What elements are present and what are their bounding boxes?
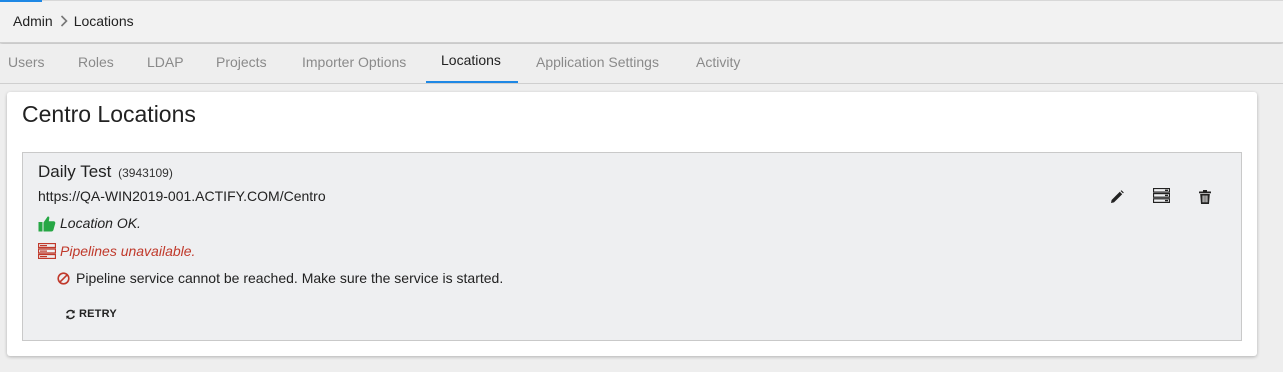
retry-label: RETRY (79, 308, 117, 320)
pipeline-error-message: Pipeline service cannot be reached. Make… (76, 270, 504, 286)
pipeline-error: Pipeline service cannot be reached. Make… (57, 270, 503, 286)
location-name-row: Daily Test (3943109) (38, 162, 173, 182)
top-bar: Admin Locations (0, 0, 1283, 43)
tab-users[interactable]: Users (8, 44, 45, 83)
location-status-ok-text: Location OK. (60, 215, 141, 231)
pencil-icon (1110, 189, 1124, 209)
chevron-right-icon (60, 15, 68, 27)
breadcrumb-admin-link[interactable]: Admin (13, 13, 53, 29)
location-id: (3943109) (118, 166, 173, 180)
refresh-icon (65, 309, 76, 320)
pipelines-button[interactable] (1149, 186, 1173, 210)
location-item: Daily Test (3943109) https://QA-WIN2019-… (22, 152, 1242, 341)
edit-location-button[interactable] (1105, 187, 1129, 211)
admin-tabs: Users Roles LDAP Projects Importer Optio… (0, 44, 1283, 84)
trash-icon (1199, 189, 1211, 209)
location-url: https://QA-WIN2019-001.ACTIFY.COM/Centro (38, 188, 326, 204)
pipelines-status-text: Pipelines unavailable. (60, 243, 196, 259)
retry-button[interactable]: RETRY (59, 302, 123, 326)
server-icon (38, 242, 56, 260)
thumbs-up-icon (38, 214, 56, 232)
tab-projects[interactable]: Projects (216, 44, 267, 83)
tab-application-settings[interactable]: Application Settings (536, 44, 659, 83)
delete-location-button[interactable] (1193, 187, 1217, 211)
tab-ldap[interactable]: LDAP (147, 44, 184, 83)
tab-locations[interactable]: Locations (441, 42, 501, 81)
breadcrumb: Admin Locations (13, 13, 134, 29)
tab-importer-options[interactable]: Importer Options (302, 44, 406, 83)
locations-card: Centro Locations Daily Test (3943109) ht… (7, 92, 1257, 356)
breadcrumb-current: Locations (73, 13, 134, 29)
ban-icon (57, 271, 70, 285)
location-status-ok: Location OK. (38, 214, 141, 232)
page-title: Centro Locations (22, 101, 196, 127)
location-name: Daily Test (38, 162, 112, 181)
tab-roles[interactable]: Roles (78, 44, 114, 83)
server-icon (1152, 187, 1170, 208)
pipelines-status: Pipelines unavailable. (38, 242, 195, 260)
top-accent-bar (0, 0, 42, 2)
tab-activity[interactable]: Activity (696, 44, 740, 83)
active-tab-indicator (426, 81, 518, 83)
